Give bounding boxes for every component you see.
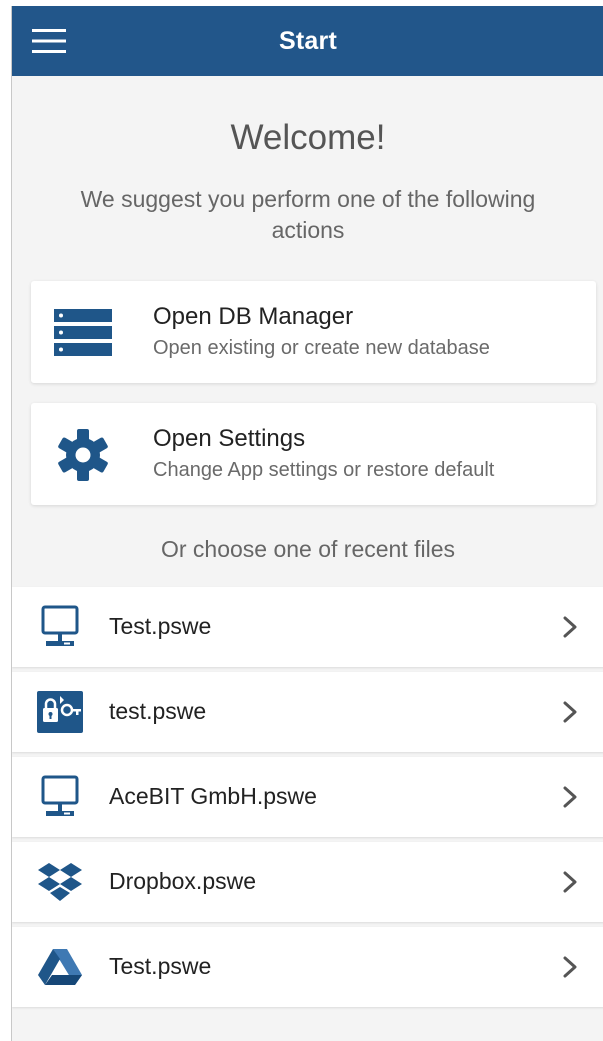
database-server-icon — [53, 305, 113, 361]
chevron-right-icon — [563, 701, 577, 723]
chevron-right-icon — [563, 871, 577, 893]
recent-file-name: test.pswe — [109, 698, 207, 724]
top-app-bar: Start — [12, 6, 603, 76]
hamburger-menu-icon — [32, 29, 66, 53]
recent-file-name: Test.pswe — [109, 953, 212, 979]
gear-icon — [53, 427, 113, 483]
dropbox-icon — [34, 860, 86, 904]
recent-file-row[interactable]: Test.pswe — [12, 927, 603, 1007]
google-drive-icon — [34, 945, 86, 989]
recent-file-name: AceBIT GmbH.pswe — [109, 783, 317, 809]
menu-button[interactable] — [32, 23, 82, 59]
open-settings-card[interactable]: Open Settings Change App settings or res… — [31, 403, 596, 505]
open-db-manager-card[interactable]: Open DB Manager Open existing or create … — [31, 281, 596, 383]
recent-file-row[interactable]: Test.pswe — [12, 587, 603, 667]
computer-icon — [34, 775, 86, 819]
chevron-right-icon — [563, 956, 577, 978]
password-safe-icon — [34, 690, 86, 734]
recent-files-label: Or choose one of recent files — [160, 536, 456, 562]
card-subtitle: Change App settings or restore default — [153, 459, 495, 481]
chevron-right-icon — [563, 786, 577, 808]
recent-file-name: Test.pswe — [109, 613, 212, 639]
app-frame: Start Welcome! We suggest you perform on… — [11, 6, 603, 1041]
card-subtitle: Open existing or create new database — [153, 337, 490, 359]
welcome-subtitle: We suggest you perform one of the follow… — [80, 186, 536, 243]
welcome-heading: Welcome! — [230, 118, 386, 157]
recent-files-list: Test.pswe test.pswe AceBIT GmbH.pswe Dro… — [12, 587, 603, 1012]
page-title: Start — [279, 26, 337, 55]
card-title: Open DB Manager — [153, 303, 354, 330]
recent-file-row[interactable]: AceBIT GmbH.pswe — [12, 757, 603, 837]
recent-file-name: Dropbox.pswe — [109, 868, 257, 894]
card-title: Open Settings — [153, 425, 306, 452]
computer-icon — [34, 605, 86, 649]
recent-file-row[interactable]: test.pswe — [12, 672, 603, 752]
recent-file-row[interactable]: Dropbox.pswe — [12, 842, 603, 922]
chevron-right-icon — [563, 616, 577, 638]
